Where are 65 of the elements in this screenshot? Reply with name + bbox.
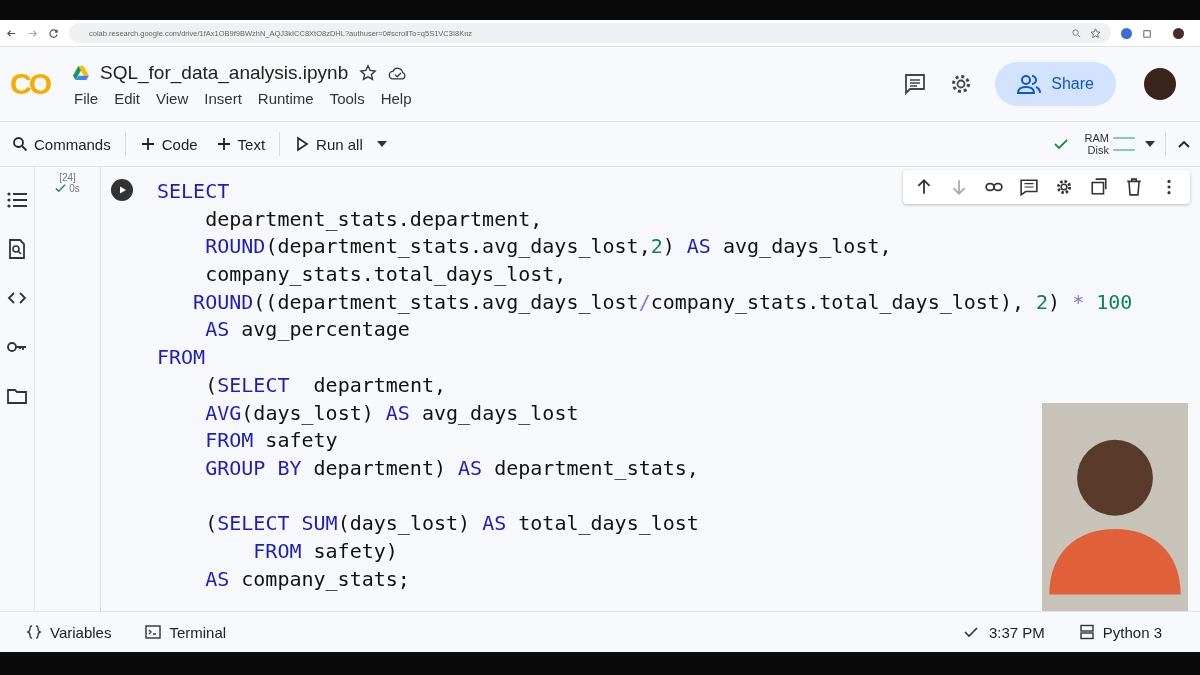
- code-line: SELECT: [157, 178, 230, 205]
- star-icon[interactable]: [358, 63, 379, 82]
- move-up-icon[interactable]: [915, 178, 933, 196]
- zoom-icon: [1071, 27, 1082, 39]
- code-line: (SELECT SUM(days_lost) AS total_days_lost: [204, 510, 699, 538]
- share-button[interactable]: Share: [995, 62, 1116, 106]
- drive-icon: [72, 64, 90, 81]
- code-line: AVG(days_lost) AS avg_days_lost: [204, 399, 579, 427]
- run-all-button[interactable]: Run all: [290, 135, 367, 153]
- extension-icon[interactable]: [1121, 27, 1132, 39]
- menu-item[interactable]: File: [74, 89, 99, 107]
- play-icon: [117, 185, 127, 195]
- code-line: FROM safety): [252, 537, 398, 565]
- plus-icon: [215, 136, 232, 152]
- braces-icon: [26, 624, 42, 640]
- menu-item[interactable]: View: [156, 89, 189, 107]
- comment-icon[interactable]: [903, 72, 928, 96]
- profile-avatar[interactable]: [1173, 27, 1184, 39]
- code-line: department_stats.department,: [204, 205, 543, 233]
- execution-time: 0s: [69, 183, 80, 194]
- code-line: GROUP BY department) AS department_stats,: [204, 454, 699, 482]
- comment-icon[interactable]: [1020, 178, 1038, 196]
- runtime-button[interactable]: Python 3: [1072, 622, 1168, 642]
- code-line: AS company_stats;: [204, 565, 410, 593]
- menu-item[interactable]: Help: [380, 89, 412, 107]
- find-icon[interactable]: [6, 238, 28, 260]
- commands-button[interactable]: Commands: [8, 135, 115, 153]
- play-icon: [294, 136, 311, 152]
- menu-item[interactable]: Tools: [329, 89, 365, 107]
- menu-item[interactable]: Insert: [204, 89, 242, 107]
- add-text-button[interactable]: Text: [211, 135, 270, 153]
- execution-count: [24]: [59, 172, 76, 183]
- dropdown-icon[interactable]: [376, 141, 387, 147]
- check-icon: [962, 624, 979, 640]
- menu-item[interactable]: Edit: [114, 89, 141, 107]
- people-icon: [1017, 74, 1042, 94]
- puzzle-icon[interactable]: [1142, 27, 1153, 39]
- code-line: FROM safety: [204, 427, 338, 455]
- code-line: ROUND((department_stats.avg_days_lost/company_stats.total_days_lost), 2) * 100: [192, 288, 1133, 316]
- settings-icon[interactable]: [1055, 178, 1073, 196]
- run-cell-button[interactable]: [111, 179, 133, 201]
- terminal-icon: [145, 624, 162, 640]
- check-icon: [55, 183, 67, 194]
- menu-item[interactable]: Runtime: [257, 89, 314, 107]
- mirror-cell-icon[interactable]: [1090, 178, 1108, 196]
- add-code-button[interactable]: Code: [135, 135, 202, 153]
- code-line: ROUND(department_stats.avg_days_lost,2) AS avg_days_lost,: [204, 233, 892, 261]
- server-icon: [1078, 624, 1095, 640]
- dropdown-icon[interactable]: [1145, 141, 1155, 147]
- code-line: company_stats.total_days_lost,: [204, 261, 567, 289]
- notebook-title[interactable]: SQL_for_data_analysis.ipynb: [100, 61, 349, 84]
- reload-icon[interactable]: [48, 27, 59, 39]
- star-icon: [1090, 27, 1101, 39]
- plus-icon: [139, 136, 156, 152]
- check-icon: [1052, 136, 1069, 152]
- resources-indicator[interactable]: RAM Disk: [1084, 132, 1135, 156]
- code-line: (SELECT department,: [204, 371, 446, 399]
- code-line: FROM: [157, 344, 206, 372]
- search-icon: [12, 136, 28, 152]
- terminal-button[interactable]: Terminal: [139, 622, 233, 642]
- code-line: AS avg_percentage: [204, 316, 410, 344]
- delete-icon[interactable]: [1125, 178, 1143, 196]
- variables-button[interactable]: Variables: [20, 622, 118, 642]
- execution-timestamp: 3:37 PM: [988, 623, 1045, 641]
- user-avatar[interactable]: [1144, 68, 1176, 100]
